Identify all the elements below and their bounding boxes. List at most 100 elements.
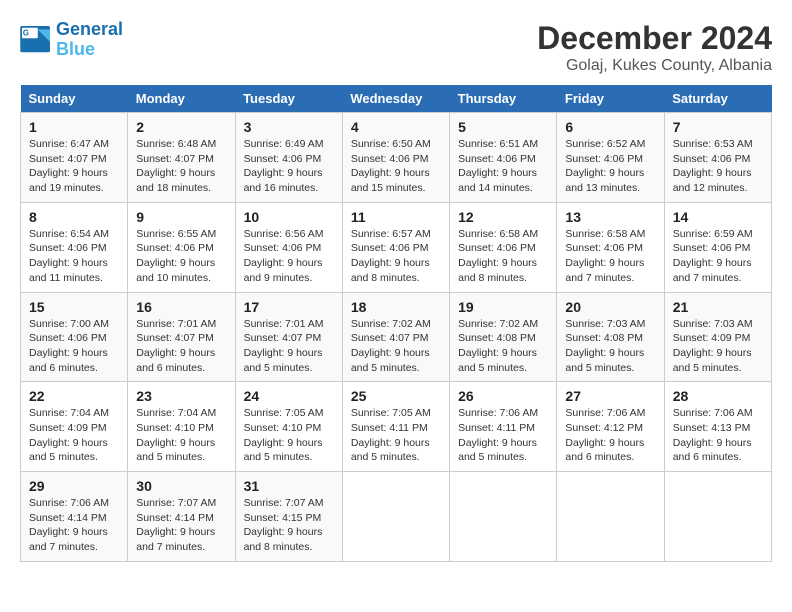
day-detail: Sunrise: 6:48 AM Sunset: 4:07 PM Dayligh…: [136, 137, 226, 196]
page-header: G General Blue December 2024 Golaj, Kuke…: [20, 20, 772, 75]
day-detail: Sunrise: 6:58 AM Sunset: 4:06 PM Dayligh…: [565, 227, 655, 286]
logo: G General Blue: [20, 20, 123, 60]
day-detail: Sunrise: 7:06 AM Sunset: 4:12 PM Dayligh…: [565, 406, 655, 465]
day-detail: Sunrise: 7:06 AM Sunset: 4:14 PM Dayligh…: [29, 496, 119, 555]
calendar-week-row: 29 Sunrise: 7:06 AM Sunset: 4:14 PM Dayl…: [21, 472, 772, 562]
calendar-week-row: 8 Sunrise: 6:54 AM Sunset: 4:06 PM Dayli…: [21, 202, 772, 292]
day-number: 10: [244, 209, 334, 225]
day-number: 16: [136, 299, 226, 315]
calendar-day-cell: 12 Sunrise: 6:58 AM Sunset: 4:06 PM Dayl…: [450, 202, 557, 292]
header-saturday: Saturday: [664, 85, 771, 113]
calendar-day-cell: 3 Sunrise: 6:49 AM Sunset: 4:06 PM Dayli…: [235, 113, 342, 203]
calendar-table: SundayMondayTuesdayWednesdayThursdayFrid…: [20, 85, 772, 562]
calendar-week-row: 15 Sunrise: 7:00 AM Sunset: 4:06 PM Dayl…: [21, 292, 772, 382]
day-number: 19: [458, 299, 548, 315]
calendar-day-cell: 22 Sunrise: 7:04 AM Sunset: 4:09 PM Dayl…: [21, 382, 128, 472]
logo-icon: G: [20, 26, 52, 54]
day-detail: Sunrise: 6:59 AM Sunset: 4:06 PM Dayligh…: [673, 227, 763, 286]
day-detail: Sunrise: 7:05 AM Sunset: 4:11 PM Dayligh…: [351, 406, 441, 465]
calendar-day-cell: 9 Sunrise: 6:55 AM Sunset: 4:06 PM Dayli…: [128, 202, 235, 292]
day-detail: Sunrise: 7:06 AM Sunset: 4:13 PM Dayligh…: [673, 406, 763, 465]
calendar-day-cell: 21 Sunrise: 7:03 AM Sunset: 4:09 PM Dayl…: [664, 292, 771, 382]
header-sunday: Sunday: [21, 85, 128, 113]
day-detail: Sunrise: 7:01 AM Sunset: 4:07 PM Dayligh…: [136, 317, 226, 376]
empty-cell: [450, 472, 557, 562]
calendar-day-cell: 28 Sunrise: 7:06 AM Sunset: 4:13 PM Dayl…: [664, 382, 771, 472]
day-number: 27: [565, 388, 655, 404]
calendar-day-cell: 15 Sunrise: 7:00 AM Sunset: 4:06 PM Dayl…: [21, 292, 128, 382]
calendar-header-row: SundayMondayTuesdayWednesdayThursdayFrid…: [21, 85, 772, 113]
day-number: 5: [458, 119, 548, 135]
day-number: 12: [458, 209, 548, 225]
day-detail: Sunrise: 6:56 AM Sunset: 4:06 PM Dayligh…: [244, 227, 334, 286]
calendar-day-cell: 27 Sunrise: 7:06 AM Sunset: 4:12 PM Dayl…: [557, 382, 664, 472]
day-detail: Sunrise: 7:04 AM Sunset: 4:09 PM Dayligh…: [29, 406, 119, 465]
calendar-day-cell: 2 Sunrise: 6:48 AM Sunset: 4:07 PM Dayli…: [128, 113, 235, 203]
day-detail: Sunrise: 7:02 AM Sunset: 4:07 PM Dayligh…: [351, 317, 441, 376]
calendar-day-cell: 25 Sunrise: 7:05 AM Sunset: 4:11 PM Dayl…: [342, 382, 449, 472]
day-detail: Sunrise: 6:58 AM Sunset: 4:06 PM Dayligh…: [458, 227, 548, 286]
header-friday: Friday: [557, 85, 664, 113]
day-number: 9: [136, 209, 226, 225]
day-detail: Sunrise: 6:55 AM Sunset: 4:06 PM Dayligh…: [136, 227, 226, 286]
empty-cell: [342, 472, 449, 562]
day-number: 8: [29, 209, 119, 225]
day-detail: Sunrise: 7:03 AM Sunset: 4:09 PM Dayligh…: [673, 317, 763, 376]
calendar-day-cell: 18 Sunrise: 7:02 AM Sunset: 4:07 PM Dayl…: [342, 292, 449, 382]
calendar-day-cell: 24 Sunrise: 7:05 AM Sunset: 4:10 PM Dayl…: [235, 382, 342, 472]
day-detail: Sunrise: 6:54 AM Sunset: 4:06 PM Dayligh…: [29, 227, 119, 286]
day-detail: Sunrise: 7:06 AM Sunset: 4:11 PM Dayligh…: [458, 406, 548, 465]
day-number: 26: [458, 388, 548, 404]
day-detail: Sunrise: 6:47 AM Sunset: 4:07 PM Dayligh…: [29, 137, 119, 196]
day-number: 6: [565, 119, 655, 135]
empty-cell: [557, 472, 664, 562]
calendar-day-cell: 14 Sunrise: 6:59 AM Sunset: 4:06 PM Dayl…: [664, 202, 771, 292]
logo-text: General Blue: [56, 20, 123, 60]
day-number: 30: [136, 478, 226, 494]
calendar-day-cell: 30 Sunrise: 7:07 AM Sunset: 4:14 PM Dayl…: [128, 472, 235, 562]
calendar-day-cell: 26 Sunrise: 7:06 AM Sunset: 4:11 PM Dayl…: [450, 382, 557, 472]
title-block: December 2024 Golaj, Kukes County, Alban…: [537, 20, 772, 75]
calendar-day-cell: 29 Sunrise: 7:06 AM Sunset: 4:14 PM Dayl…: [21, 472, 128, 562]
day-number: 23: [136, 388, 226, 404]
day-detail: Sunrise: 7:05 AM Sunset: 4:10 PM Dayligh…: [244, 406, 334, 465]
day-number: 25: [351, 388, 441, 404]
calendar-day-cell: 11 Sunrise: 6:57 AM Sunset: 4:06 PM Dayl…: [342, 202, 449, 292]
day-number: 18: [351, 299, 441, 315]
day-detail: Sunrise: 6:57 AM Sunset: 4:06 PM Dayligh…: [351, 227, 441, 286]
calendar-day-cell: 13 Sunrise: 6:58 AM Sunset: 4:06 PM Dayl…: [557, 202, 664, 292]
day-number: 3: [244, 119, 334, 135]
day-detail: Sunrise: 6:50 AM Sunset: 4:06 PM Dayligh…: [351, 137, 441, 196]
day-detail: Sunrise: 7:07 AM Sunset: 4:15 PM Dayligh…: [244, 496, 334, 555]
calendar-day-cell: 16 Sunrise: 7:01 AM Sunset: 4:07 PM Dayl…: [128, 292, 235, 382]
calendar-week-row: 1 Sunrise: 6:47 AM Sunset: 4:07 PM Dayli…: [21, 113, 772, 203]
day-number: 29: [29, 478, 119, 494]
day-detail: Sunrise: 6:49 AM Sunset: 4:06 PM Dayligh…: [244, 137, 334, 196]
day-detail: Sunrise: 6:53 AM Sunset: 4:06 PM Dayligh…: [673, 137, 763, 196]
day-number: 31: [244, 478, 334, 494]
day-number: 15: [29, 299, 119, 315]
day-detail: Sunrise: 7:04 AM Sunset: 4:10 PM Dayligh…: [136, 406, 226, 465]
day-number: 7: [673, 119, 763, 135]
calendar-day-cell: 19 Sunrise: 7:02 AM Sunset: 4:08 PM Dayl…: [450, 292, 557, 382]
calendar-day-cell: 6 Sunrise: 6:52 AM Sunset: 4:06 PM Dayli…: [557, 113, 664, 203]
header-tuesday: Tuesday: [235, 85, 342, 113]
day-number: 14: [673, 209, 763, 225]
day-number: 28: [673, 388, 763, 404]
header-wednesday: Wednesday: [342, 85, 449, 113]
day-number: 20: [565, 299, 655, 315]
calendar-day-cell: 20 Sunrise: 7:03 AM Sunset: 4:08 PM Dayl…: [557, 292, 664, 382]
day-detail: Sunrise: 6:52 AM Sunset: 4:06 PM Dayligh…: [565, 137, 655, 196]
svg-text:G: G: [23, 28, 29, 37]
calendar-day-cell: 17 Sunrise: 7:01 AM Sunset: 4:07 PM Dayl…: [235, 292, 342, 382]
calendar-day-cell: 31 Sunrise: 7:07 AM Sunset: 4:15 PM Dayl…: [235, 472, 342, 562]
calendar-day-cell: 5 Sunrise: 6:51 AM Sunset: 4:06 PM Dayli…: [450, 113, 557, 203]
day-number: 4: [351, 119, 441, 135]
day-detail: Sunrise: 7:01 AM Sunset: 4:07 PM Dayligh…: [244, 317, 334, 376]
day-number: 2: [136, 119, 226, 135]
calendar-day-cell: 8 Sunrise: 6:54 AM Sunset: 4:06 PM Dayli…: [21, 202, 128, 292]
calendar-day-cell: 10 Sunrise: 6:56 AM Sunset: 4:06 PM Dayl…: [235, 202, 342, 292]
calendar-title: December 2024: [537, 20, 772, 57]
day-detail: Sunrise: 7:02 AM Sunset: 4:08 PM Dayligh…: [458, 317, 548, 376]
day-number: 1: [29, 119, 119, 135]
